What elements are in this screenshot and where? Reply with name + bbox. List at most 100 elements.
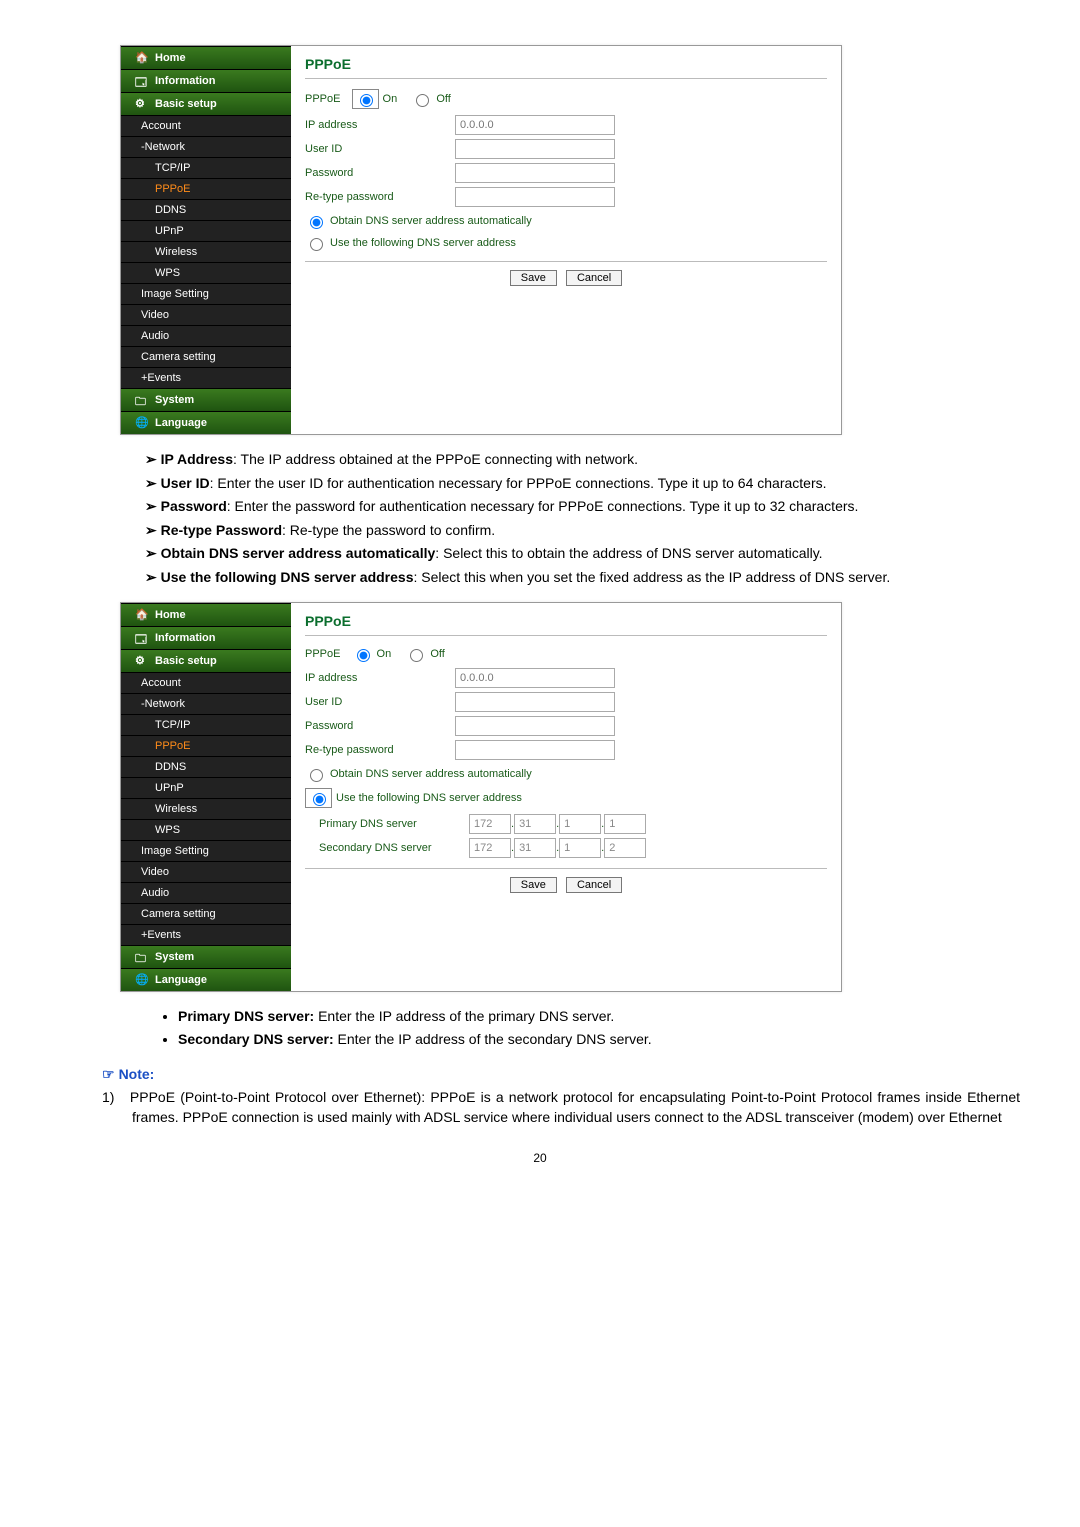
description-list-2: Primary DNS server: Enter the IP address… (60, 1007, 1020, 1050)
pppoe-on-radio[interactable] (357, 649, 370, 662)
home-icon: 🏠 (135, 608, 149, 622)
sidebar-information[interactable]: 🗔Information (121, 626, 291, 649)
sidebar-system[interactable]: 🗀System (121, 945, 291, 968)
sidebar-ddns[interactable]: DDNS (121, 756, 291, 777)
sidebar-ddns[interactable]: DDNS (121, 199, 291, 220)
sidebar-wireless[interactable]: Wireless (121, 241, 291, 262)
gear-icon: ⚙ (135, 97, 149, 111)
sidebar-system[interactable]: 🗀System (121, 388, 291, 411)
off-label: Off (430, 648, 444, 660)
pdns-2[interactable] (514, 814, 556, 834)
sidebar-video[interactable]: Video (121, 861, 291, 882)
home-icon: 🏠 (135, 51, 149, 65)
pdns-label: Primary DNS server (319, 818, 469, 830)
dns-manual-label: Use the following DNS server address (330, 237, 516, 249)
sidebar: 🏠Home 🗔Information ⚙Basic setup Account … (121, 46, 291, 434)
cancel-button[interactable]: Cancel (566, 270, 622, 286)
password-input[interactable] (455, 716, 615, 736)
password-label: Password (305, 167, 455, 179)
password-input[interactable] (455, 163, 615, 183)
sidebar-upnp[interactable]: UPnP (121, 220, 291, 241)
sdns-1[interactable] (469, 838, 511, 858)
sidebar-events[interactable]: +Events (121, 367, 291, 388)
sidebar-network[interactable]: -Network (121, 136, 291, 157)
userid-label: User ID (305, 696, 455, 708)
sidebar-language[interactable]: 🌐Language (121, 411, 291, 434)
sdns-4[interactable] (604, 838, 646, 858)
userid-input[interactable] (455, 692, 615, 712)
description-list-1: IP Address: The IP address obtained at t… (60, 450, 1020, 588)
cancel-button[interactable]: Cancel (566, 877, 622, 893)
dns-manual-highlight (305, 788, 332, 808)
section-title: PPPoE (305, 613, 827, 636)
page-number: 20 (60, 1151, 1020, 1165)
sidebar-wps[interactable]: WPS (121, 819, 291, 840)
sidebar-image-setting[interactable]: Image Setting (121, 283, 291, 304)
sidebar-account[interactable]: Account (121, 115, 291, 136)
sdns-2[interactable] (514, 838, 556, 858)
retype-label: Re-type password (305, 191, 455, 203)
pppoe-on-radio[interactable] (360, 94, 373, 107)
sidebar-home[interactable]: 🏠Home (121, 46, 291, 69)
sidebar-wps[interactable]: WPS (121, 262, 291, 283)
sidebar-home[interactable]: 🏠Home (121, 603, 291, 626)
userid-input[interactable] (455, 139, 615, 159)
hand-icon: ☞ (102, 1066, 115, 1082)
save-button[interactable]: Save (510, 877, 557, 893)
on-label: On (383, 93, 398, 105)
dns-manual-label: Use the following DNS server address (336, 792, 522, 804)
sdns-3[interactable] (559, 838, 601, 858)
pppoe-off-radio[interactable] (416, 94, 429, 107)
sidebar-tcpip[interactable]: TCP/IP (121, 157, 291, 178)
system-icon: 🗀 (135, 950, 149, 964)
dns-auto-label: Obtain DNS server address automatically (330, 215, 532, 227)
sidebar-camera-setting[interactable]: Camera setting (121, 346, 291, 367)
gear-icon: ⚙ (135, 654, 149, 668)
pppoe-label: PPPoE (305, 93, 340, 105)
pppoe-label: PPPoE (305, 648, 340, 660)
content-panel: PPPoE PPPoE On Off IP address User ID Pa… (291, 603, 841, 991)
sidebar-basic-setup[interactable]: ⚙Basic setup (121, 649, 291, 672)
userid-label: User ID (305, 143, 455, 155)
pdns-1[interactable] (469, 814, 511, 834)
sidebar-account[interactable]: Account (121, 672, 291, 693)
dns-manual-radio[interactable] (310, 238, 323, 251)
pppoe-off-radio[interactable] (410, 649, 423, 662)
sidebar-video[interactable]: Video (121, 304, 291, 325)
sidebar-events[interactable]: +Events (121, 924, 291, 945)
screenshot-pppoe-manual: 🏠Home 🗔Information ⚙Basic setup Account … (120, 602, 842, 992)
dns-auto-radio[interactable] (310, 216, 323, 229)
sdns-label: Secondary DNS server (319, 842, 469, 854)
retype-input[interactable] (455, 740, 615, 760)
sidebar-pppoe[interactable]: PPPoE (121, 178, 291, 199)
sidebar-tcpip[interactable]: TCP/IP (121, 714, 291, 735)
sidebar-wireless[interactable]: Wireless (121, 798, 291, 819)
content-panel: PPPoE PPPoE On Off IP address User ID Pa… (291, 46, 841, 434)
dns-manual-radio[interactable] (313, 793, 326, 806)
on-label: On (377, 648, 392, 660)
pdns-4[interactable] (604, 814, 646, 834)
sidebar-language[interactable]: 🌐Language (121, 968, 291, 991)
dns-auto-label: Obtain DNS server address automatically (330, 768, 532, 780)
off-label: Off (436, 93, 450, 105)
globe-icon: 🌐 (135, 416, 149, 430)
dns-auto-radio[interactable] (310, 769, 323, 782)
retype-label: Re-type password (305, 744, 455, 756)
info-icon: 🗔 (135, 74, 149, 88)
save-button[interactable]: Save (510, 270, 557, 286)
sidebar-camera-setting[interactable]: Camera setting (121, 903, 291, 924)
ip-input[interactable] (455, 115, 615, 135)
pdns-3[interactable] (559, 814, 601, 834)
sidebar-audio[interactable]: Audio (121, 882, 291, 903)
sidebar-information[interactable]: 🗔Information (121, 69, 291, 92)
retype-input[interactable] (455, 187, 615, 207)
sidebar-pppoe[interactable]: PPPoE (121, 735, 291, 756)
ip-input[interactable] (455, 668, 615, 688)
sidebar-basic-setup[interactable]: ⚙Basic setup (121, 92, 291, 115)
sidebar-network[interactable]: -Network (121, 693, 291, 714)
sidebar-audio[interactable]: Audio (121, 325, 291, 346)
sidebar-image-setting[interactable]: Image Setting (121, 840, 291, 861)
sidebar-upnp[interactable]: UPnP (121, 777, 291, 798)
pppoe-on-highlight (352, 89, 379, 109)
password-label: Password (305, 720, 455, 732)
